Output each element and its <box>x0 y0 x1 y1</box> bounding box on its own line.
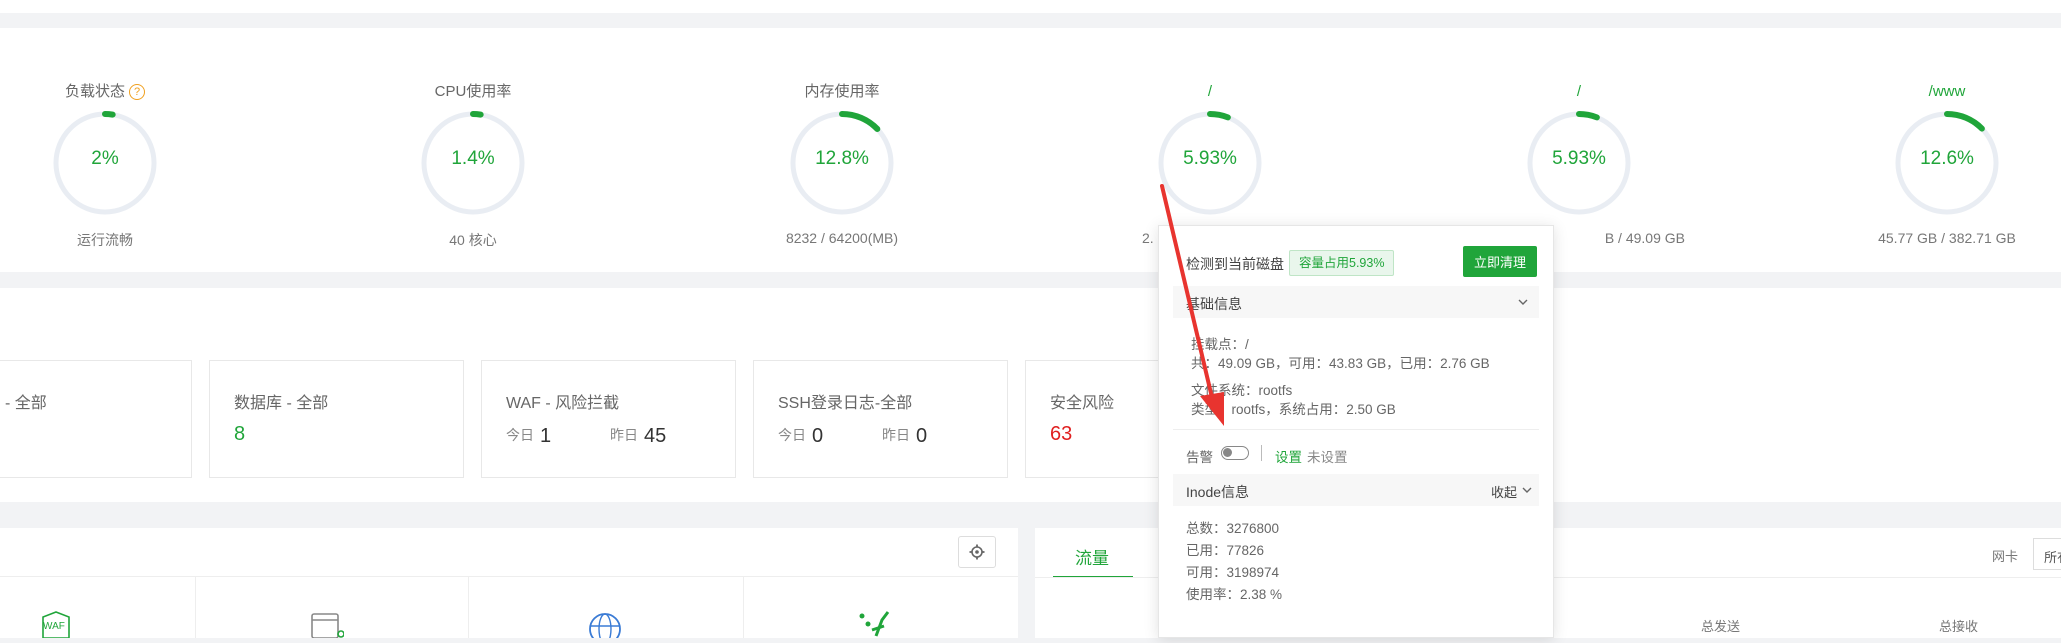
annotation-arrow <box>1160 184 1224 426</box>
